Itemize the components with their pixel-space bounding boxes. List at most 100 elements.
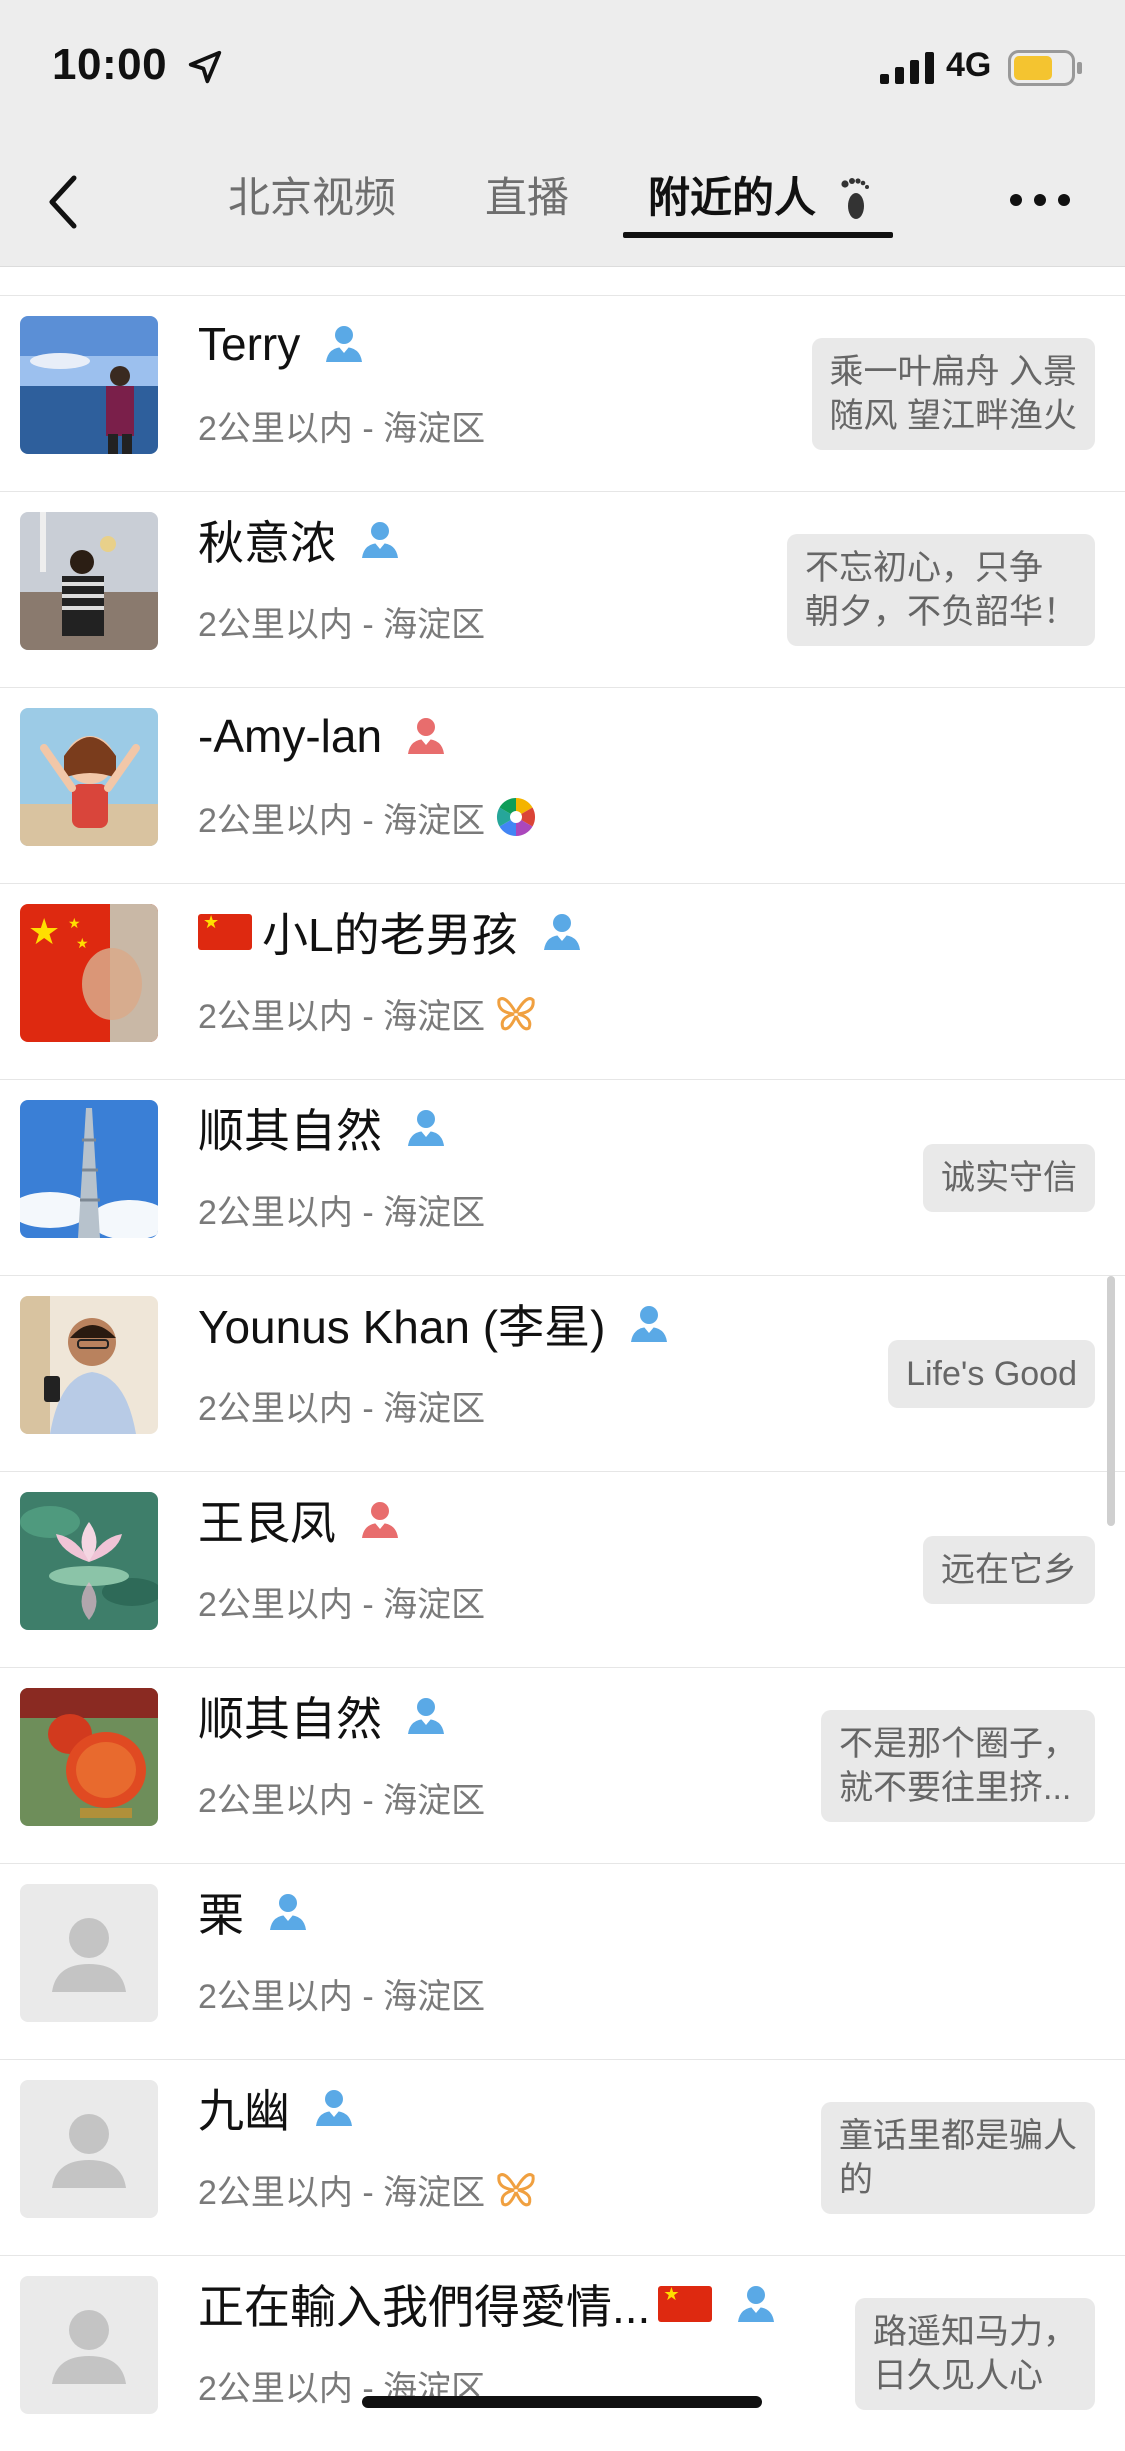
name-line: 正在輸入我們得愛情... xyxy=(198,2274,778,2334)
nearby-people-list: Terry 2公里以内 - 海淀区 乘一叶扁舟 入景 随风 望江畔渔火 秋意浓 2公里以… xyxy=(0,295,1125,2451)
location-line: 2公里以内 - 海淀区 xyxy=(198,596,485,646)
distance-location: 2公里以内 - 海淀区 xyxy=(198,409,486,448)
china-flag-icon xyxy=(198,914,252,950)
list-item[interactable]: 顺其自然 2公里以内 - 海淀区 不是那个圈子， 就不要往里挤... xyxy=(0,1667,1125,1863)
avatar[interactable] xyxy=(20,1688,158,1826)
location-line: 2公里以内 - 海淀区 xyxy=(198,1380,485,1430)
avatar[interactable] xyxy=(20,2080,158,2218)
male-icon xyxy=(404,1106,448,1150)
signature-bubble: 不忘初心，只争 朝夕，不负韶华！ xyxy=(787,534,1095,646)
avatar[interactable] xyxy=(20,512,158,650)
network-type: 4G xyxy=(946,46,992,84)
distance-location: 2公里以内 - 海淀区 xyxy=(198,2173,486,2212)
avatar[interactable]: ★ ★ ★ xyxy=(20,904,158,1042)
person-name: 九幽 xyxy=(198,2085,290,2137)
butterfly-icon xyxy=(495,2168,537,2210)
signature-bubble: 不是那个圈子， 就不要往里挤... xyxy=(821,1710,1095,1822)
signature-bubble: 远在它乡 xyxy=(923,1536,1095,1604)
home-indicator xyxy=(362,2396,762,2408)
list-item[interactable]: Younus Khan (李星) 2公里以内 - 海淀区 Life's Good xyxy=(0,1275,1125,1471)
avatar[interactable] xyxy=(20,1492,158,1630)
avatar[interactable] xyxy=(20,1884,158,2022)
name-line: 顺其自然 xyxy=(198,1686,448,1746)
distance-location: 2公里以内 - 海淀区 xyxy=(198,1193,486,1232)
person-name: 顺其自然 xyxy=(198,1693,382,1745)
name-line: 栗 xyxy=(198,1882,310,1942)
avatar[interactable] xyxy=(20,708,158,846)
list-item[interactable]: 正在輸入我們得愛情...2公里以内 - 海淀区路遥知马力， 日久见人心 xyxy=(0,2255,1125,2451)
butterfly-icon xyxy=(495,992,537,1034)
male-icon xyxy=(322,322,366,366)
list-item[interactable]: -Amy-lan 2公里以内 - 海淀区 xyxy=(0,687,1125,883)
person-name: 小L的老男孩 xyxy=(262,909,518,961)
list-item[interactable]: 九幽 2公里以内 - 海淀区 童话里都是骗人 的 xyxy=(0,2059,1125,2255)
location-line: 2公里以内 - 海淀区 xyxy=(198,1576,485,1626)
distance-location: 2公里以内 - 海淀区 xyxy=(198,801,486,840)
status-bar: 10:00 4G xyxy=(0,0,1125,132)
distance-location: 2公里以内 - 海淀区 xyxy=(198,997,486,1036)
male-icon xyxy=(734,2282,778,2326)
male-icon xyxy=(312,2086,356,2130)
name-line: 王艮凤 xyxy=(198,1490,402,1550)
location-line: 2公里以内 - 海淀区 xyxy=(198,792,537,842)
avatar[interactable] xyxy=(20,1296,158,1434)
distance-location: 2公里以内 - 海淀区 xyxy=(198,1389,486,1428)
location-line: 2公里以内 - 海淀区 xyxy=(198,400,485,450)
location-arrow-icon xyxy=(188,50,222,84)
scrollbar[interactable] xyxy=(1107,1276,1115,1526)
list-item[interactable]: 顺其自然 2公里以内 - 海淀区 诚实守信 xyxy=(0,1079,1125,1275)
male-icon xyxy=(540,910,584,954)
back-button[interactable] xyxy=(44,172,84,232)
name-line: 秋意浓 xyxy=(198,510,402,570)
tab-nearby-people[interactable]: 附近的人 xyxy=(648,168,816,228)
female-icon xyxy=(358,1498,402,1542)
person-name: 正在輸入我們得愛情... xyxy=(198,2281,651,2333)
signature-bubble: 诚实守信 xyxy=(923,1144,1095,1212)
male-icon xyxy=(266,1890,310,1934)
svg-text:★: ★ xyxy=(68,915,81,931)
avatar[interactable] xyxy=(20,1100,158,1238)
male-icon xyxy=(404,1694,448,1738)
battery-icon xyxy=(1008,50,1082,86)
signature-bubble: 路遥知马力， 日久见人心 xyxy=(855,2298,1095,2410)
list-item[interactable]: Terry 2公里以内 - 海淀区 乘一叶扁舟 入景 随风 望江畔渔火 xyxy=(0,295,1125,491)
list-item[interactable]: 栗 2公里以内 - 海淀区 xyxy=(0,1863,1125,2059)
active-tab-indicator xyxy=(623,232,893,238)
svg-text:★: ★ xyxy=(28,911,60,952)
person-name: 秋意浓 xyxy=(198,517,336,569)
person-name: 王艮凤 xyxy=(198,1497,336,1549)
list-item[interactable]: 王艮凤 2公里以内 - 海淀区 远在它乡 xyxy=(0,1471,1125,1667)
status-time: 10:00 xyxy=(52,40,168,89)
distance-location: 2公里以内 - 海淀区 xyxy=(198,1585,486,1624)
name-line: -Amy-lan xyxy=(198,706,448,766)
cellular-signal-icon xyxy=(880,52,934,84)
location-line: 2公里以内 - 海淀区 xyxy=(198,988,537,1038)
name-line: 九幽 xyxy=(198,2078,356,2138)
name-line: Terry xyxy=(198,314,366,374)
list-item[interactable]: ★ ★ ★ 小L的老男孩 2公里以内 - 海淀区 xyxy=(0,883,1125,1079)
distance-location: 2公里以内 - 海淀区 xyxy=(198,605,486,644)
female-icon xyxy=(404,714,448,758)
name-line: Younus Khan (李星) xyxy=(198,1294,671,1354)
male-icon xyxy=(358,518,402,562)
tab-beijing-video[interactable]: 北京视频 xyxy=(228,168,396,228)
person-name: Terry xyxy=(198,318,301,370)
tab-live[interactable]: 直播 xyxy=(485,168,569,228)
signature-bubble: Life's Good xyxy=(888,1340,1095,1408)
location-line: 2公里以内 - 海淀区 xyxy=(198,1968,485,2018)
person-name: 顺其自然 xyxy=(198,1105,382,1157)
person-name: -Amy-lan xyxy=(198,710,383,762)
more-options-button[interactable] xyxy=(1008,188,1072,212)
list-item[interactable]: 秋意浓 2公里以内 - 海淀区 不忘初心，只争 朝夕，不负韶华！ xyxy=(0,491,1125,687)
distance-location: 2公里以内 - 海淀区 xyxy=(198,1977,486,2016)
china-flag-icon xyxy=(658,2286,713,2322)
avatar[interactable] xyxy=(20,2276,158,2414)
footprint-icon xyxy=(841,178,869,219)
male-icon xyxy=(627,1302,671,1346)
distance-location: 2公里以内 - 海淀区 xyxy=(198,1781,486,1820)
location-line: 2公里以内 - 海淀区 xyxy=(198,1772,485,1822)
avatar[interactable] xyxy=(20,316,158,454)
colorful-shutter-icon xyxy=(495,796,537,838)
name-line: 小L的老男孩 xyxy=(198,902,584,962)
signature-bubble: 童话里都是骗人 的 xyxy=(821,2102,1095,2214)
